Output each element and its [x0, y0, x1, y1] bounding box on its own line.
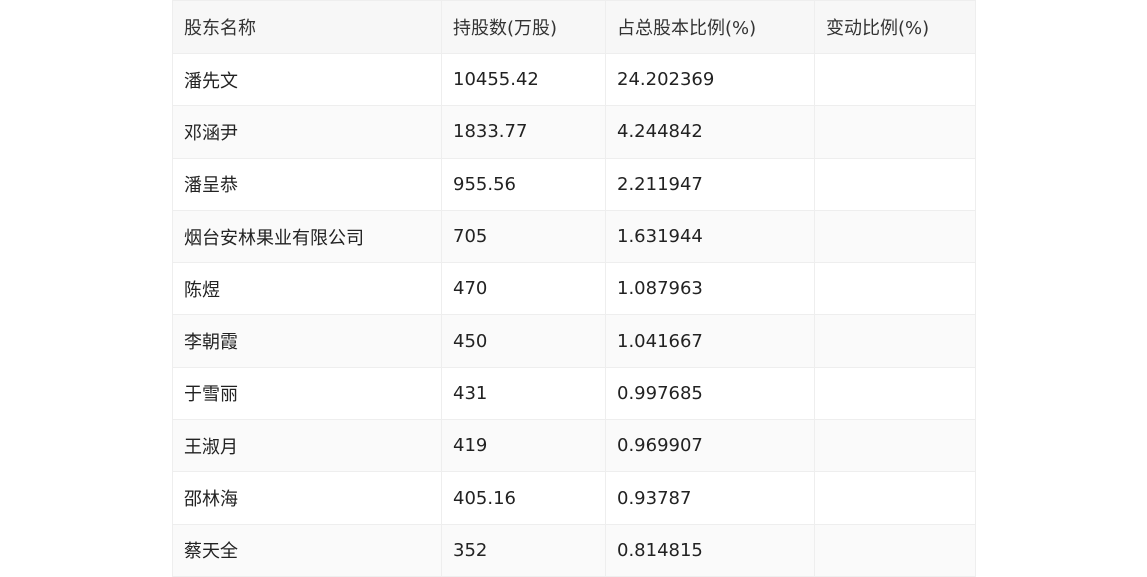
cell-shares-held: 10455.42 [441, 52, 606, 107]
cell-shareholder-name: 烟台安林果业有限公司 [172, 209, 442, 264]
header-shareholder-name: 股东名称 [172, 0, 442, 54]
table-row: 蔡天全 352 0.814815 [172, 523, 976, 577]
cell-shareholder-name: 蔡天全 [172, 523, 442, 577]
cell-share-ratio: 0.969907 [605, 419, 815, 473]
cell-shares-held: 419 [441, 419, 606, 473]
cell-share-ratio: 0.997685 [605, 366, 815, 421]
cell-change-ratio [814, 52, 976, 107]
cell-change-ratio [814, 209, 976, 264]
cell-shares-held: 405.16 [441, 471, 606, 525]
cell-change-ratio [814, 419, 976, 473]
cell-change-ratio [814, 366, 976, 421]
header-shares-held: 持股数(万股) [441, 0, 606, 54]
cell-shares-held: 450 [441, 314, 606, 368]
shareholder-table-container: 股东名称 持股数(万股) 占总股本比例(%) 变动比例(%) 潘先文 10455… [172, 0, 976, 577]
header-change-ratio: 变动比例(%) [814, 0, 976, 54]
cell-shareholder-name: 李朝霞 [172, 314, 442, 368]
cell-share-ratio: 0.93787 [605, 471, 815, 525]
table-row: 潘先文 10455.42 24.202369 [172, 52, 976, 107]
table-row: 邵林海 405.16 0.93787 [172, 471, 976, 525]
cell-shareholder-name: 于雪丽 [172, 366, 442, 421]
cell-shares-held: 352 [441, 523, 606, 577]
cell-shareholder-name: 王淑月 [172, 419, 442, 473]
cell-shareholder-name: 陈煜 [172, 262, 442, 316]
cell-shareholder-name: 邓涵尹 [172, 105, 442, 159]
table-row: 李朝霞 450 1.041667 [172, 314, 976, 368]
cell-change-ratio [814, 157, 976, 211]
table-body: 潘先文 10455.42 24.202369 邓涵尹 1833.77 4.244… [172, 52, 976, 577]
cell-shares-held: 955.56 [441, 157, 606, 211]
cell-shareholder-name: 潘呈恭 [172, 157, 442, 211]
table-row: 烟台安林果业有限公司 705 1.631944 [172, 209, 976, 264]
cell-share-ratio: 24.202369 [605, 52, 815, 107]
cell-shares-held: 431 [441, 366, 606, 421]
cell-change-ratio [814, 471, 976, 525]
table-row: 陈煜 470 1.087963 [172, 262, 976, 316]
cell-share-ratio: 1.631944 [605, 209, 815, 264]
table-row: 邓涵尹 1833.77 4.244842 [172, 105, 976, 159]
cell-share-ratio: 1.087963 [605, 262, 815, 316]
cell-change-ratio [814, 105, 976, 159]
header-row: 股东名称 持股数(万股) 占总股本比例(%) 变动比例(%) [172, 0, 976, 54]
cell-shareholder-name: 邵林海 [172, 471, 442, 525]
header-share-ratio: 占总股本比例(%) [605, 0, 815, 54]
cell-change-ratio [814, 314, 976, 368]
cell-share-ratio: 1.041667 [605, 314, 815, 368]
shareholder-table: 股东名称 持股数(万股) 占总股本比例(%) 变动比例(%) 潘先文 10455… [172, 0, 976, 577]
table-header: 股东名称 持股数(万股) 占总股本比例(%) 变动比例(%) [172, 0, 976, 54]
table-row: 潘呈恭 955.56 2.211947 [172, 157, 976, 211]
table-row: 王淑月 419 0.969907 [172, 419, 976, 473]
cell-shareholder-name: 潘先文 [172, 52, 442, 107]
cell-share-ratio: 2.211947 [605, 157, 815, 211]
cell-share-ratio: 4.244842 [605, 105, 815, 159]
cell-change-ratio [814, 262, 976, 316]
cell-shares-held: 470 [441, 262, 606, 316]
table-row: 于雪丽 431 0.997685 [172, 366, 976, 421]
cell-shares-held: 705 [441, 209, 606, 264]
cell-shares-held: 1833.77 [441, 105, 606, 159]
cell-change-ratio [814, 523, 976, 577]
cell-share-ratio: 0.814815 [605, 523, 815, 577]
